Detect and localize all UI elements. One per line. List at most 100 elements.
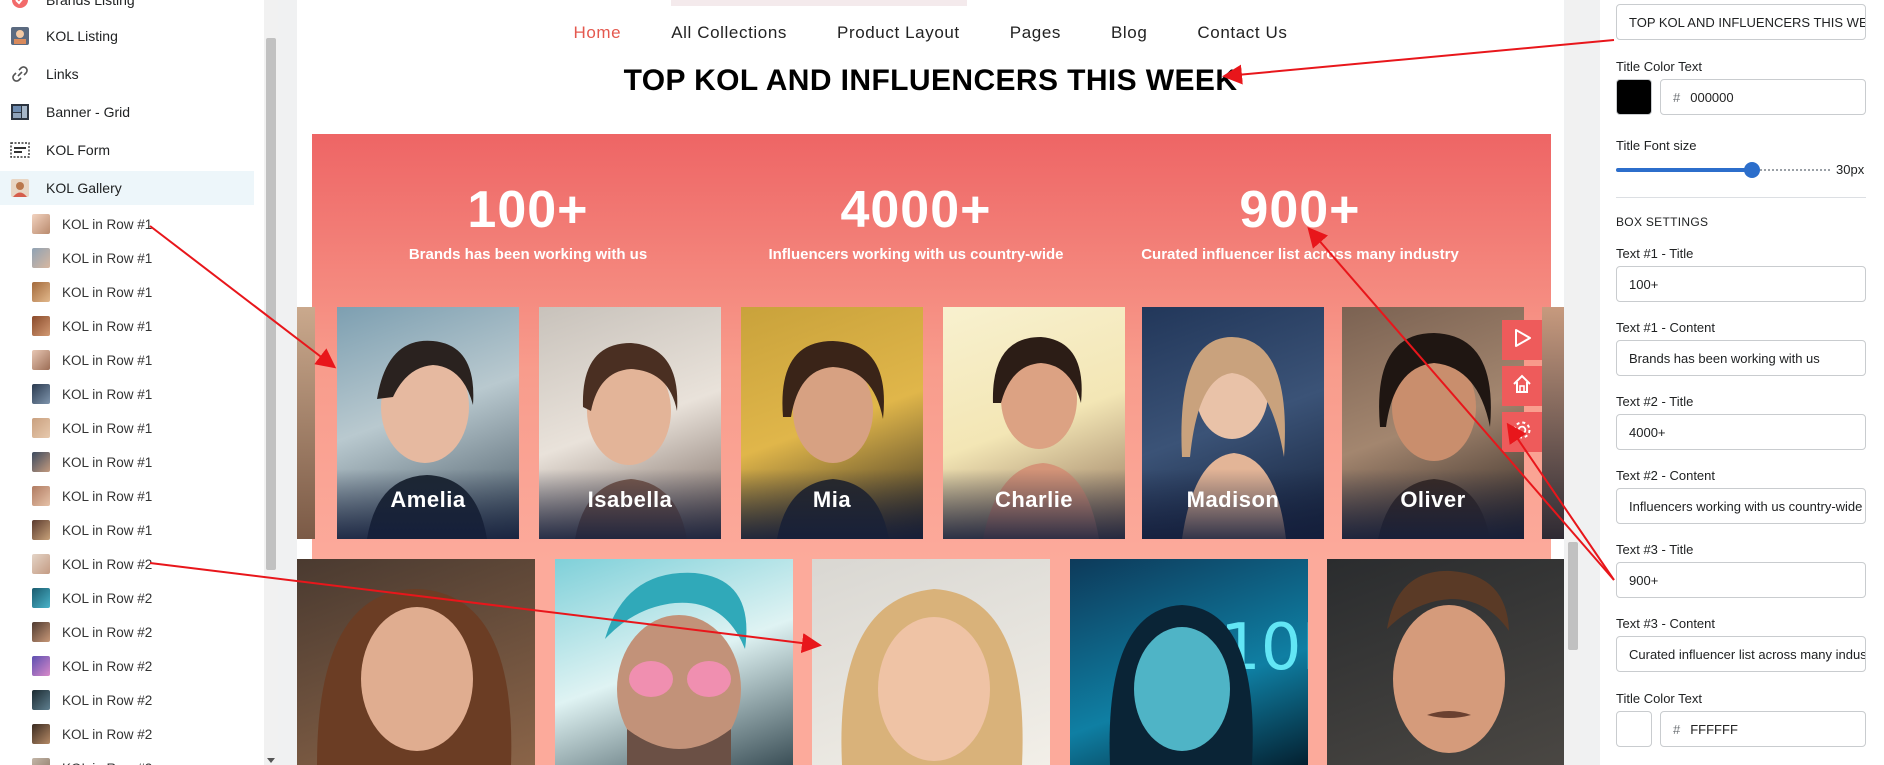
sidebar-item-kol-form[interactable]: KOL Form <box>0 133 254 167</box>
sidebar-child-item[interactable]: KOL in Row #1 <box>0 309 254 343</box>
header-strip <box>671 0 967 6</box>
sidebar-item-label: KOL Listing <box>46 28 118 44</box>
portrait-image <box>841 589 1023 765</box>
nav-pages[interactable]: Pages <box>985 20 1086 46</box>
sidebar-child-item[interactable]: KOL in Row #1 <box>0 479 254 513</box>
sidebar-child-item[interactable]: KOL in Row #1 <box>0 377 254 411</box>
sidebar-child-label: KOL in Row #2 <box>62 726 153 742</box>
kol-photo[interactable] <box>555 559 793 765</box>
title-color-swatch[interactable] <box>1616 79 1652 115</box>
title-color2-swatch[interactable] <box>1616 711 1652 747</box>
sidebar-child-label: KOL in Row #1 <box>62 216 153 232</box>
hash-symbol: # <box>1673 89 1681 105</box>
kol-thumbnail-icon <box>32 588 50 608</box>
sidebar-child-item[interactable]: KOL in Row #2 <box>0 547 254 581</box>
store-preview: Home All Collections Product Layout Page… <box>297 0 1564 765</box>
preview-scroll-thumb[interactable] <box>1568 542 1578 650</box>
preview-scrollbar[interactable] <box>1566 0 1580 765</box>
sidebar-item-label: Banner - Grid <box>46 104 131 120</box>
stat-text: Curated influencer list across many indu… <box>1141 246 1459 263</box>
kol-card[interactable]: Charlie <box>943 307 1125 539</box>
kol-thumbnail-icon <box>32 690 50 710</box>
sidebar-child-item[interactable]: KOL in Row #2 <box>0 751 254 765</box>
sidebar-child-label: KOL in Row #1 <box>62 250 153 266</box>
slider-track-filled <box>1616 168 1751 172</box>
kol-card-partial[interactable] <box>1542 307 1564 539</box>
portrait-image <box>317 589 512 765</box>
kol-photo[interactable] <box>812 559 1050 765</box>
kol-name: Madison <box>1186 487 1280 512</box>
kol-card[interactable]: Amelia <box>337 307 519 539</box>
slider-knob[interactable] <box>1744 162 1760 178</box>
kol-photo[interactable] <box>297 559 535 765</box>
sidebar-child-item[interactable]: KOL in Row #1 <box>0 343 254 377</box>
kol-name: Isabella <box>587 487 673 512</box>
title-color-hex-input[interactable]: # 000000 <box>1660 79 1866 115</box>
kol-name: Charlie <box>994 487 1074 512</box>
kol-card-partial[interactable] <box>297 307 315 539</box>
kol-card[interactable]: Oliver <box>1342 307 1524 539</box>
title-font-size-slider[interactable] <box>1616 162 1830 178</box>
kol-thumbnail-icon <box>32 486 50 506</box>
sidebar-item-kol-gallery[interactable]: KOL Gallery <box>0 171 254 205</box>
nav-home[interactable]: Home <box>548 20 646 46</box>
portrait-image <box>1387 570 1509 753</box>
sidebar-child-item[interactable]: KOL in Row #2 <box>0 683 254 717</box>
sidebar-item-label: Links <box>46 66 79 82</box>
hex-value: 000000 <box>1690 89 1734 105</box>
nav-blog[interactable]: Blog <box>1086 20 1172 46</box>
preview-settings-button[interactable] <box>1502 412 1542 452</box>
kol-card[interactable]: Isabella <box>539 307 721 539</box>
portrait-image: 10L <box>1109 605 1308 765</box>
sidebar-child-item[interactable]: KOL in Row #2 <box>0 649 254 683</box>
text3-title-input[interactable]: 900+ <box>1616 562 1866 598</box>
sidebar-item-banner-grid[interactable]: Banner - Grid <box>0 95 254 129</box>
hash-symbol: # <box>1673 721 1681 737</box>
banner-grid-icon <box>10 102 30 122</box>
gear-icon <box>1511 419 1533 446</box>
sidebar-child-label: KOL in Row #2 <box>62 658 153 674</box>
stat-number: 900+ <box>1239 181 1361 239</box>
sidebar-child-item[interactable]: KOL in Row #2 <box>0 581 254 615</box>
sidebar-child-item[interactable]: KOL in Row #1 <box>0 207 254 241</box>
kol-card[interactable]: Mia <box>741 307 923 539</box>
text3-content-input[interactable]: Curated influencer list across many indu… <box>1616 636 1866 672</box>
nav-all-collections[interactable]: All Collections <box>646 20 812 46</box>
sidebar-child-item[interactable]: KOL in Row #1 <box>0 241 254 275</box>
sidebar-child-item[interactable]: KOL in Row #2 <box>0 615 254 649</box>
nav-product-layout[interactable]: Product Layout <box>812 20 985 46</box>
kol-thumbnail-icon <box>32 316 50 336</box>
title-color2-hex-input[interactable]: # FFFFFF <box>1660 711 1866 747</box>
text1-content-input[interactable]: Brands has been working with us <box>1616 340 1866 376</box>
kol-thumbnail-icon <box>32 384 50 404</box>
text2-title-input[interactable]: 4000+ <box>1616 414 1866 450</box>
kol-thumbnail-icon <box>32 520 50 540</box>
kol-photo[interactable] <box>1327 559 1564 765</box>
sidebar-child-label: KOL in Row #1 <box>62 488 153 504</box>
kol-card[interactable]: Madison <box>1142 307 1324 539</box>
preview-play-button[interactable] <box>1502 320 1542 360</box>
text2-content-input[interactable]: Influencers working with us country-wide <box>1616 488 1866 524</box>
sidebar-child-item[interactable]: KOL in Row #2 <box>0 717 254 751</box>
kol-row-2: 10L <box>297 559 1564 765</box>
sidebar-item-kol-listing[interactable]: KOL Listing <box>0 19 254 53</box>
sidebar-child-label: KOL in Row #2 <box>62 590 153 606</box>
text2-title-label: Text #2 - Title <box>1616 394 1694 409</box>
nav-contact-us[interactable]: Contact Us <box>1172 20 1312 46</box>
divider <box>1616 197 1866 198</box>
link-icon <box>10 64 30 84</box>
text1-title-input[interactable]: 100+ <box>1616 266 1866 302</box>
kol-name: Oliver <box>1400 487 1466 512</box>
sidebar-child-item[interactable]: KOL in Row #1 <box>0 411 254 445</box>
scroll-down-arrow-icon[interactable] <box>267 758 275 763</box>
sidebar-scroll-thumb[interactable] <box>266 38 276 570</box>
sidebar-scrollbar[interactable] <box>264 0 278 765</box>
sidebar-item-links[interactable]: Links <box>0 57 254 91</box>
sidebar-item-brands-listing[interactable]: Brands Listing <box>0 0 254 17</box>
kol-photo[interactable]: 10L <box>1070 559 1308 765</box>
title-input[interactable]: TOP KOL AND INFLUENCERS THIS WEEK <box>1616 4 1866 40</box>
preview-home-button[interactable] <box>1502 366 1542 406</box>
sidebar-child-item[interactable]: KOL in Row #1 <box>0 513 254 547</box>
sidebar-child-item[interactable]: KOL in Row #1 <box>0 275 254 309</box>
sidebar-child-item[interactable]: KOL in Row #1 <box>0 445 254 479</box>
